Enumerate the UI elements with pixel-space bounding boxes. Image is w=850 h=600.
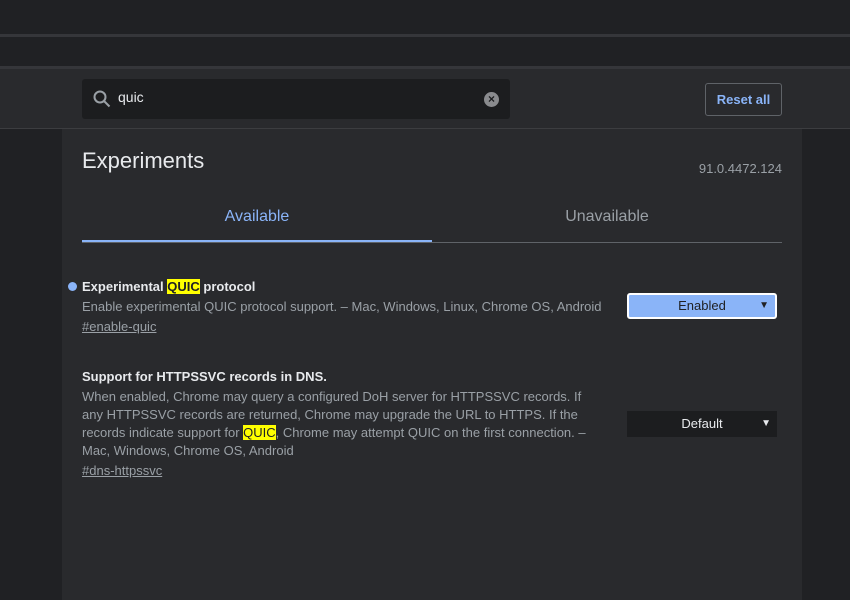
- reset-all-button[interactable]: Reset all: [705, 83, 782, 116]
- tab-unavailable[interactable]: Unavailable: [432, 189, 782, 242]
- search-input[interactable]: [118, 89, 478, 105]
- experiment-description: When enabled, Chrome may query a configu…: [82, 389, 586, 458]
- dns-httpssvc-select[interactable]: Default ▼: [627, 411, 777, 437]
- tab-available[interactable]: Available: [82, 189, 432, 242]
- experiment-link[interactable]: #dns-httpssvc: [82, 463, 162, 478]
- divider: [0, 34, 850, 37]
- header: × Reset all: [0, 69, 850, 129]
- experiment-dns-httpssvc: Support for HTTPSSVC records in DNS. Whe…: [82, 369, 602, 478]
- tab-bar: Available Unavailable: [82, 189, 782, 243]
- clear-search-icon[interactable]: ×: [484, 92, 499, 107]
- chevron-down-icon: ▼: [761, 418, 771, 429]
- experiment-link[interactable]: #enable-quic: [82, 319, 156, 334]
- experiment-name: Support for HTTPSSVC records in DNS.: [82, 369, 327, 384]
- experiment-enable-quic: Experimental QUIC protocol Enable experi…: [82, 279, 602, 334]
- chevron-down-icon: ▼: [759, 300, 769, 311]
- search-box[interactable]: ×: [82, 79, 510, 119]
- experiment-description: Enable experimental QUIC protocol suppor…: [82, 299, 602, 314]
- enable-quic-select[interactable]: Enabled ▼: [627, 293, 777, 319]
- version-label: 91.0.4472.124: [698, 161, 782, 176]
- modified-indicator: [68, 282, 77, 291]
- experiments-panel: Experiments 91.0.4472.124 Available Unav…: [62, 129, 802, 600]
- page-title: Experiments: [82, 148, 205, 173]
- experiment-name: Experimental QUIC protocol: [82, 279, 256, 294]
- search-icon: [93, 90, 111, 108]
